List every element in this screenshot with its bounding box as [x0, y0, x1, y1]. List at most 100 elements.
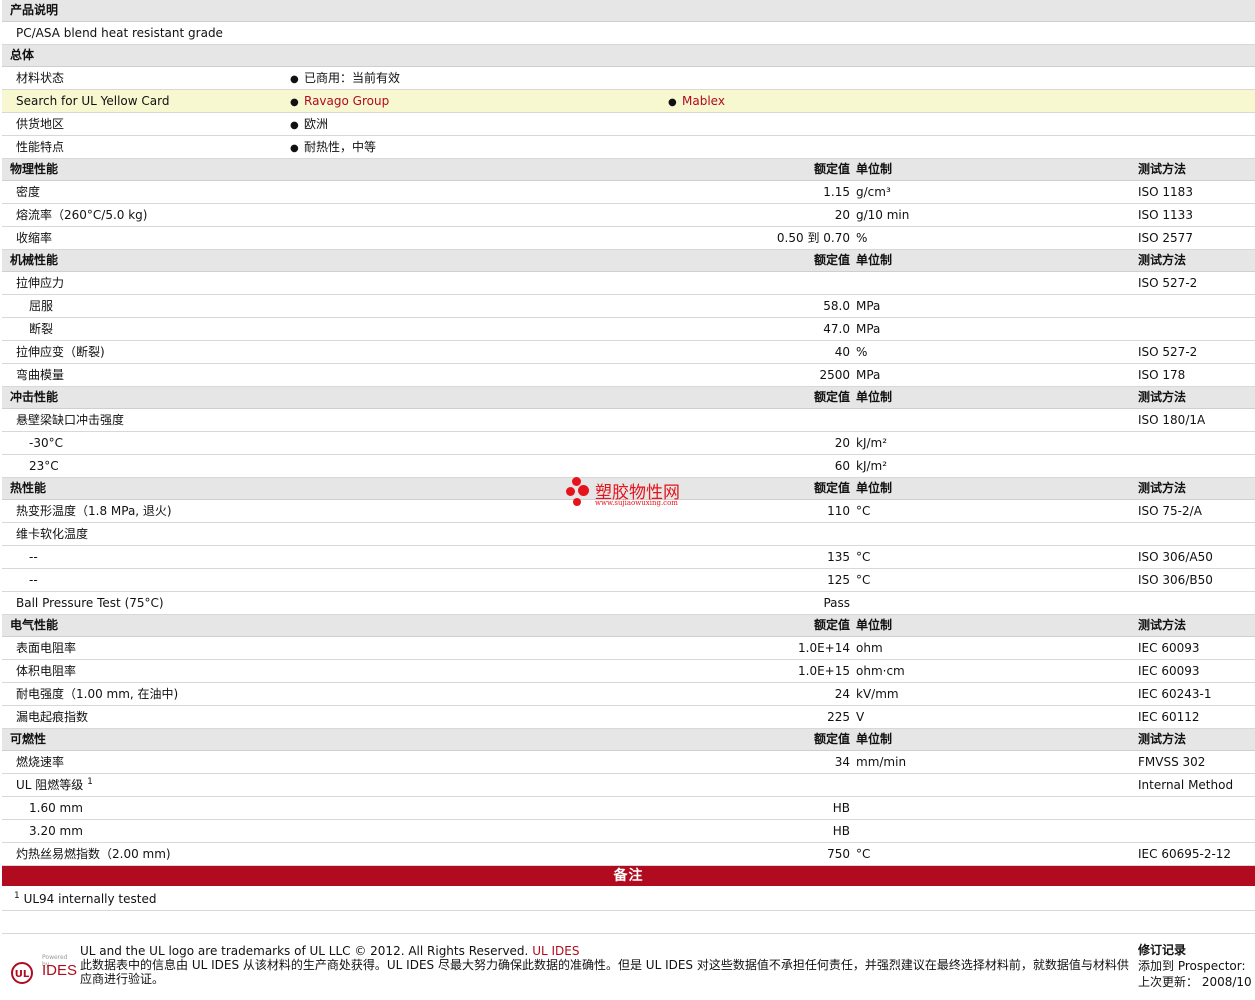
general-value-item[interactable]: ● Mablex: [668, 90, 725, 112]
property-method: ISO 178: [1138, 368, 1186, 382]
col-header-value: 额定值: [813, 162, 850, 176]
general-value-text: 欧洲: [304, 117, 329, 131]
watermark-dot-icon: [572, 477, 581, 486]
footer-disclaimer-text: 此数据表中的信息由 UL IDES 从该材料的生产商处获得。UL IDES 尽最…: [80, 958, 1129, 986]
property-method: IEC 60695-2-12: [1138, 847, 1232, 861]
footnote-number: 1: [14, 891, 20, 901]
revision-title: 修订记录: [1138, 943, 1187, 957]
col-header-unit: 单位制: [856, 253, 893, 267]
section-title: 冲击性能: [10, 390, 59, 404]
property-label-text: 漏电起痕指数: [16, 710, 89, 724]
general-value-item[interactable]: ● Ravago Group: [290, 90, 389, 112]
property-label: 维卡软化温度: [16, 523, 88, 545]
property-label: 熔流率（260°C/5.0 kg): [16, 204, 147, 226]
property-label: 热变形温度（1.8 MPa, 退火): [16, 500, 172, 522]
product-desc-text: PC/ASA blend heat resistant grade: [16, 26, 223, 40]
property-method: ISO 1133: [1138, 208, 1193, 222]
footer-ul-ides-link[interactable]: UL IDES: [532, 944, 579, 958]
property-row: 密度 1.15 g/cm³ ISO 1183: [2, 181, 1255, 204]
section-header: 物理性能 额定值 单位制 测试方法: [2, 159, 1255, 181]
watermark-dot-icon: [578, 485, 589, 496]
col-header-unit: 单位制: [856, 732, 893, 746]
property-unit: ohm·cm: [856, 664, 905, 678]
col-header-unit: 单位制: [856, 390, 893, 404]
watermark-dot-icon: [573, 498, 581, 506]
property-label-text: 3.20 mm: [29, 824, 83, 838]
property-label-text: 熔流率（260°C/5.0 kg): [16, 208, 148, 222]
supplier-link[interactable]: Mablex: [682, 94, 725, 108]
property-label-text: 体积电阻率: [16, 664, 77, 678]
bullet-icon: ●: [290, 74, 299, 85]
property-label: 耐电强度（1.00 mm, 在油中): [16, 683, 178, 705]
property-label-text: 密度: [16, 185, 41, 199]
property-label-text: UL 阻燃等级: [16, 778, 84, 792]
property-row: 体积电阻率 1.0E+15 ohm·cm IEC 60093: [2, 660, 1255, 683]
supplier-link[interactable]: Ravago Group: [304, 94, 389, 108]
property-value: HB: [832, 824, 850, 838]
footer-trademark: UL and the UL logo are trademarks of UL …: [80, 944, 529, 958]
property-label-text: -30°C: [29, 436, 63, 450]
section-title: 总体: [10, 48, 35, 62]
general-row: 性能特点 ● 耐热性，中等: [2, 136, 1255, 159]
col-header-method: 测试方法: [1138, 481, 1187, 495]
section-title: 热性能: [10, 481, 47, 495]
property-label: 收缩率: [16, 227, 52, 249]
property-label-text: --: [29, 550, 38, 564]
col-header-value: 额定值: [813, 618, 850, 632]
col-header-method: 测试方法: [1138, 732, 1187, 746]
property-method: IEC 60243-1: [1138, 687, 1212, 701]
property-row: -- 135 °C ISO 306/A50: [2, 546, 1255, 569]
property-row: Ball Pressure Test (75°C) Pass: [2, 592, 1255, 615]
property-label: --: [29, 569, 38, 591]
property-row: 灼热丝易燃指数（2.00 mm) 750 °C IEC 60695-2-12: [2, 843, 1255, 866]
revision-added: 添加到 Prospector:: [1138, 959, 1246, 973]
general-rows: 材料状态 ● 已商用：当前有效 Search for UL Yellow Card ● R…: [2, 67, 1255, 159]
bullet-icon: ●: [290, 143, 299, 154]
notes-header: 备注: [2, 866, 1255, 886]
ul-ides-logo[interactable]: Powered by UL IDES: [6, 944, 77, 984]
general-label: Search for UL Yellow Card: [16, 94, 170, 108]
property-unit: MPa: [856, 368, 881, 382]
property-row: UL 阻燃等级 1 Internal Method: [2, 774, 1255, 797]
section-title: 机械性能: [10, 253, 59, 267]
property-row: 弯曲模量 2500 MPa ISO 178: [2, 364, 1255, 387]
property-value: 60: [834, 459, 850, 473]
property-unit: °C: [856, 504, 871, 518]
property-row: 耐电强度（1.00 mm, 在油中) 24 kV/mm IEC 60243-1: [2, 683, 1255, 706]
revision-updated: 上次更新： 2008/10: [1138, 975, 1252, 989]
property-method: ISO 180/1A: [1138, 413, 1206, 427]
property-label: UL 阻燃等级 1: [16, 774, 93, 796]
property-value: 225: [827, 710, 850, 724]
property-row: 悬壁梁缺口冲击强度 ISO 180/1A: [2, 409, 1255, 432]
property-unit: °C: [856, 573, 871, 587]
property-unit: mm/min: [856, 755, 907, 769]
general-row: Search for UL Yellow Card ● Ravago Group ● M…: [2, 90, 1255, 113]
footnote-row: 1 UL94 internally tested: [2, 888, 1255, 911]
property-value: 1.15: [823, 185, 850, 199]
property-value: 1.0E+15: [798, 664, 850, 678]
property-label-text: 拉伸应变（断裂): [16, 345, 105, 359]
property-label: 漏电起痕指数: [16, 706, 88, 728]
property-unit: °C: [856, 847, 871, 861]
product-desc-row: PC/ASA blend heat resistant grade: [2, 22, 1255, 45]
col-header-unit: 单位制: [856, 481, 893, 495]
property-label-text: 热变形温度（1.8 MPa, 退火): [16, 504, 172, 518]
property-label-text: 燃烧速率: [16, 755, 65, 769]
watermark-url: www.sujiaowuxing.com: [595, 499, 678, 507]
section-title: 产品说明: [10, 3, 59, 17]
col-header-method: 测试方法: [1138, 390, 1187, 404]
property-label-text: 弯曲模量: [16, 368, 65, 382]
property-row: 断裂 47.0 MPa: [2, 318, 1255, 341]
property-value: 40: [834, 345, 850, 359]
property-row: 拉伸应力 ISO 527-2: [2, 272, 1255, 295]
property-row: 屈服 58.0 MPa: [2, 295, 1255, 318]
property-method: ISO 1183: [1138, 185, 1193, 199]
property-method: ISO 2577: [1138, 231, 1193, 245]
property-value: HB: [832, 801, 850, 815]
property-label: 体积电阻率: [16, 660, 76, 682]
property-label: 拉伸应力: [16, 272, 64, 294]
property-unit: %: [856, 231, 868, 245]
property-label: 屈服: [29, 295, 53, 317]
section-title: 物理性能: [10, 162, 59, 176]
property-label: 密度: [16, 181, 40, 203]
